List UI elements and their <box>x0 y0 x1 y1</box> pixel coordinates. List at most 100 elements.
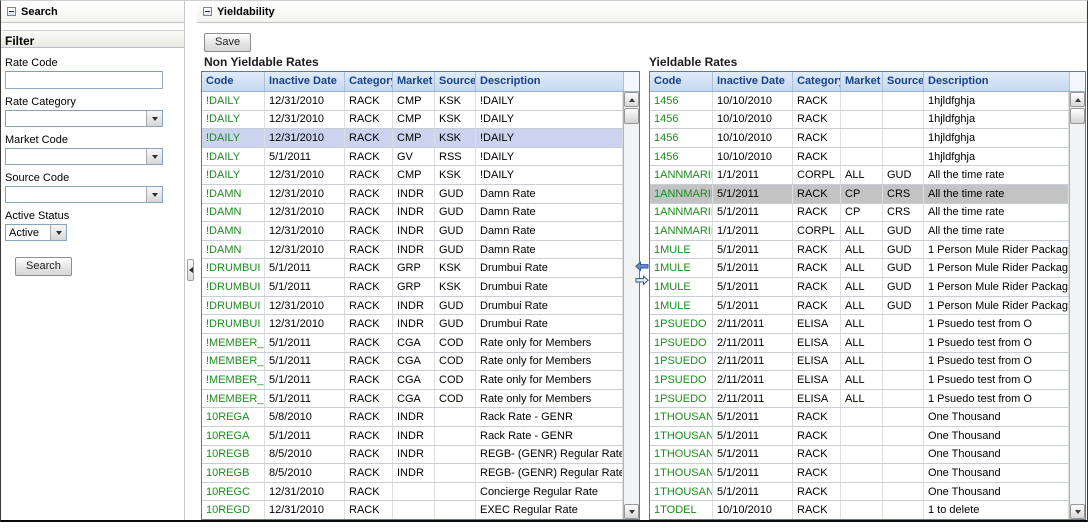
cell: !DAILY <box>476 92 623 110</box>
table-row[interactable]: 145610/10/2010RACK1hjldfghja <box>650 129 1069 148</box>
cell-code: !MEMBER_RA... <box>202 353 265 371</box>
cell: REGB- (GENR) Regular Rate <box>476 464 623 482</box>
table-row[interactable]: !MEMBER_RA...5/1/2011RACKCGACODRate only… <box>202 371 623 390</box>
column-header[interactable]: Description <box>924 72 1070 91</box>
table-row[interactable]: !DAMN12/31/2010RACKINDRGUDDamn Rate <box>202 241 623 260</box>
scrollbar-track[interactable] <box>624 124 639 504</box>
scroll-down-button[interactable] <box>1070 504 1085 519</box>
save-button[interactable]: Save <box>204 33 251 52</box>
column-header[interactable]: Inactive Date <box>713 72 793 91</box>
table-row[interactable]: 1THOUSAND5/1/2011RACKOne Thousand <box>650 446 1069 465</box>
table-row[interactable]: 10REGD12/31/2010RACKEXEC Regular Rate <box>202 501 623 519</box>
table-row[interactable]: 1PSUEDO2/11/2011ELISAALL1 Psuedo test fr… <box>650 371 1069 390</box>
splitter-collapse-handle[interactable] <box>187 259 194 281</box>
move-to-non-yieldable-button[interactable] <box>635 261 651 272</box>
cell: INDR <box>393 427 435 445</box>
dropdown-button[interactable] <box>146 111 162 126</box>
table-row[interactable]: 1MULE5/1/2011RACKALLGUD1 Person Mule Rid… <box>650 297 1069 316</box>
table-row[interactable]: 145610/10/2010RACK1hjldfghja <box>650 148 1069 167</box>
cell <box>883 408 924 426</box>
column-header[interactable]: Category <box>793 72 841 91</box>
table-row[interactable]: !DRUMBUI5/1/2011RACKGRPKSKDrumbui Rate <box>202 278 623 297</box>
table-row[interactable]: !DRUMBUI12/31/2010RACKINDRGUDDrumbui Rat… <box>202 297 623 316</box>
vertical-scrollbar[interactable] <box>623 92 639 519</box>
table-row[interactable]: 1PSUEDO2/11/2011ELISAALL1 Psuedo test fr… <box>650 334 1069 353</box>
table-row[interactable]: 1MULE5/1/2011RACKALLGUD1 Person Mule Rid… <box>650 278 1069 297</box>
table-row[interactable]: 1THOUSAND5/1/2011RACKOne Thousand <box>650 408 1069 427</box>
table-row[interactable]: 10REGC12/31/2010RACKConcierge Regular Ra… <box>202 483 623 502</box>
cell-code: 1456 <box>650 111 713 129</box>
column-header[interactable]: Market <box>393 72 435 91</box>
scrollbar-track[interactable] <box>1070 124 1085 504</box>
table-row[interactable]: !DAILY12/31/2010RACKCMPKSK!DAILY <box>202 111 623 130</box>
table-row[interactable]: 10REGA5/8/2010RACKINDRRack Rate - GENR <box>202 408 623 427</box>
column-header[interactable]: Code <box>650 72 713 91</box>
table-row[interactable]: !DAILY12/31/2010RACKCMPKSK!DAILY <box>202 129 623 148</box>
dropdown-button[interactable] <box>146 149 162 164</box>
table-row[interactable]: !DAILY5/1/2011RACKGVRSS!DAILY <box>202 148 623 167</box>
table-row[interactable]: 1TODEL10/10/2010RACK1 to delete <box>650 501 1069 519</box>
column-header[interactable]: Description <box>476 72 624 91</box>
table-row[interactable]: 145610/10/2010RACK1hjldfghja <box>650 92 1069 111</box>
dropdown-button[interactable] <box>146 187 162 202</box>
table-row[interactable]: !DRUMBUI5/1/2011RACKGRPKSKDrumbui Rate <box>202 259 623 278</box>
cell-code: !DAMN <box>202 241 265 259</box>
column-header[interactable]: Inactive Date <box>265 72 345 91</box>
table-row[interactable]: 1PSUEDO2/11/2011ELISAALL1 Psuedo test fr… <box>650 390 1069 409</box>
table-row[interactable]: !DRUMBUI12/31/2010RACKINDRGUDDrumbui Rat… <box>202 315 623 334</box>
collapse-icon[interactable] <box>7 7 16 16</box>
table-row[interactable]: 1ANNMARIE5/1/2011RACKCPCRSAll the time r… <box>650 185 1069 204</box>
cell-code: 1THOUSAND <box>650 464 713 482</box>
table-row[interactable]: 1MULE5/1/2011RACKALLGUD1 Person Mule Rid… <box>650 241 1069 260</box>
active-status-select[interactable]: Active <box>5 224 67 241</box>
scrollbar-thumb[interactable] <box>1070 108 1085 124</box>
column-header[interactable]: Market <box>841 72 883 91</box>
table-row[interactable]: 10REGB8/5/2010RACKINDRREGB- (GENR) Regul… <box>202 464 623 483</box>
cell: CRS <box>883 204 924 222</box>
column-header[interactable]: Code <box>202 72 265 91</box>
rate-code-input[interactable] <box>5 71 163 89</box>
table-row[interactable]: 145610/10/2010RACK1hjldfghja <box>650 111 1069 130</box>
table-row[interactable]: !DAILY12/31/2010RACKCMPKSK!DAILY <box>202 166 623 185</box>
table-row[interactable]: 1THOUSAND5/1/2011RACKOne Thousand <box>650 464 1069 483</box>
table-row[interactable]: 1PSUEDO2/11/2011ELISAALL1 Psuedo test fr… <box>650 315 1069 334</box>
column-header[interactable]: Category <box>345 72 393 91</box>
source-code-select[interactable] <box>5 186 163 203</box>
table-row[interactable]: !MEMBER_RA...5/1/2011RACKCGACODRate only… <box>202 353 623 372</box>
move-to-yieldable-button[interactable] <box>635 275 651 286</box>
table-row[interactable]: !DAMN12/31/2010RACKINDRGUDDamn Rate <box>202 204 623 223</box>
dropdown-button[interactable] <box>50 225 66 240</box>
column-header[interactable]: Source <box>435 72 476 91</box>
scroll-up-button[interactable] <box>1070 92 1085 107</box>
table-row[interactable]: 10REGB8/5/2010RACKINDRREGB- (GENR) Regul… <box>202 446 623 465</box>
table-row[interactable]: !DAILY12/31/2010RACKCMPKSK!DAILY <box>202 92 623 111</box>
collapse-icon[interactable] <box>203 7 212 16</box>
table-row[interactable]: 1ANNMARIE5/1/2011RACKCPCRSAll the time r… <box>650 204 1069 223</box>
table-row[interactable]: !MEMBER_RA...5/1/2011RACKCGACODRate only… <box>202 334 623 353</box>
table-row[interactable]: !DAMN12/31/2010RACKINDRGUDDamn Rate <box>202 222 623 241</box>
column-header[interactable]: Source <box>883 72 924 91</box>
cell: INDR <box>393 297 435 315</box>
table-row[interactable]: 1ANNMARIE1/1/2011CORPLALLGUDAll the time… <box>650 222 1069 241</box>
market-code-select[interactable] <box>5 148 163 165</box>
table-row[interactable]: 1MULE5/1/2011RACKALLGUD1 Person Mule Rid… <box>650 259 1069 278</box>
table-row[interactable]: !DAMN12/31/2010RACKINDRGUDDamn Rate <box>202 185 623 204</box>
table-row[interactable]: 10REGA5/1/2011RACKINDRRack Rate - GENR <box>202 427 623 446</box>
scroll-up-button[interactable] <box>624 92 639 107</box>
table-row[interactable]: 1THOUSAND5/1/2011RACKOne Thousand <box>650 483 1069 502</box>
cell: Rack Rate - GENR <box>476 408 623 426</box>
table-row[interactable]: 1ANNMARIE1/1/2011CORPLALLGUDAll the time… <box>650 166 1069 185</box>
panel-splitter[interactable] <box>185 1 197 520</box>
vertical-scrollbar[interactable] <box>1069 92 1085 519</box>
table-row[interactable]: 1PSUEDO2/11/2011ELISAALL1 Psuedo test fr… <box>650 353 1069 372</box>
cell: One Thousand <box>924 446 1069 464</box>
scroll-down-button[interactable] <box>624 504 639 519</box>
table-row[interactable]: !MEMBER_RA...5/1/2011RACKCGACODRate only… <box>202 390 623 409</box>
rate-category-select[interactable] <box>5 110 163 127</box>
cell-code: 10REGC <box>202 483 265 501</box>
table-row[interactable]: 1THOUSAND5/1/2011RACKOne Thousand <box>650 427 1069 446</box>
cell: CGA <box>393 334 435 352</box>
cell: 10/10/2010 <box>713 111 793 129</box>
search-button[interactable]: Search <box>15 257 72 276</box>
scrollbar-thumb[interactable] <box>624 108 639 124</box>
